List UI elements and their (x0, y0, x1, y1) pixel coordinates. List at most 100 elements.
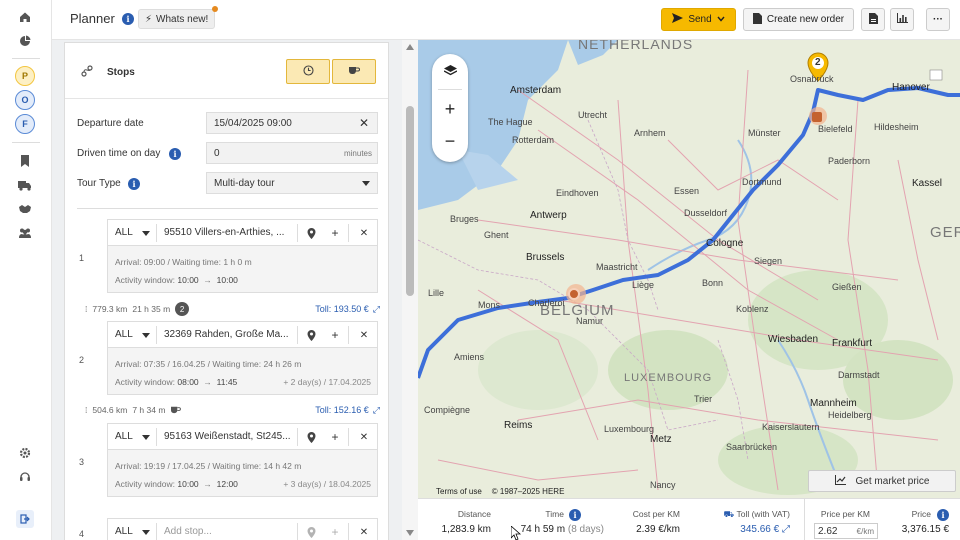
toll-value[interactable]: 345.66 € ⤢ (740, 524, 790, 535)
start-marker[interactable] (568, 288, 580, 300)
scroll-down-arrow[interactable] (406, 530, 414, 536)
top-header: Planner i ⚡ Whats new! Send Create new o… (52, 0, 960, 40)
map-label: LUXEMBOURG (624, 372, 713, 384)
info-icon[interactable]: i (937, 509, 949, 521)
send-button[interactable]: Send (661, 8, 736, 31)
stop-filter-select[interactable]: ALL (115, 329, 133, 340)
stop-filter-select[interactable]: ALL (115, 227, 133, 238)
stops-panel: Stops Departure date 15/04/2025 09:00 ✕ … (64, 42, 389, 540)
location-pin-icon[interactable] (304, 430, 318, 444)
scrollbar-thumb[interactable] (406, 106, 414, 296)
layers-icon[interactable] (432, 56, 468, 86)
close-icon[interactable]: ✕ (357, 525, 371, 539)
add-icon[interactable]: + (328, 430, 342, 444)
stop-card-header: ALL 32369 Rahden, Große Ma... + ✕ (108, 322, 377, 348)
map-label: Kaiserslautern (762, 422, 820, 432)
scroll-up-arrow[interactable] (406, 44, 414, 50)
clear-icon[interactable]: ✕ (359, 116, 369, 130)
gear-icon[interactable] (16, 444, 34, 462)
leg-toll[interactable]: Toll: 152.16 € ⤢ (315, 405, 380, 416)
driven-time-input[interactable]: 0 minutes (206, 142, 378, 164)
send-label: Send (688, 14, 712, 25)
map-label: Amiens (454, 352, 485, 362)
departure-date-input[interactable]: 15/04/2025 09:00 ✕ (206, 112, 378, 134)
time-view-button[interactable] (286, 59, 330, 84)
stop-activity-window: Activity window: 10:00 → 10:00 (115, 275, 238, 285)
zoom-out-button[interactable]: − (432, 126, 468, 156)
leg-toll[interactable]: Toll: 193.50 € ⤢ (315, 304, 380, 315)
window-from: 08:00 (177, 377, 199, 387)
add-stop-input[interactable]: Add stop... (164, 526, 294, 537)
avatar-o[interactable]: O (15, 90, 35, 110)
export-pdf-button[interactable] (861, 8, 885, 31)
location-pin-icon[interactable] (304, 328, 318, 342)
home-icon[interactable] (16, 8, 34, 26)
leg-dots: ⁞ (85, 405, 88, 415)
tour-type-select[interactable]: Multi-day tour (206, 172, 378, 194)
more-options-button[interactable]: ··· (926, 8, 950, 31)
pie-chart-icon[interactable] (16, 32, 34, 50)
info-icon[interactable]: i (128, 178, 140, 190)
stop-filter-select[interactable]: ALL (115, 431, 133, 442)
support-icon[interactable] (16, 468, 34, 486)
map-label: Brussels (526, 252, 565, 263)
info-icon[interactable]: i (122, 13, 134, 25)
panel-scrollbar[interactable] (402, 40, 418, 540)
stop-card-header: ALL 95163 Weißenstadt, St245... + ✕ (108, 424, 377, 450)
statistics-button[interactable] (890, 8, 914, 31)
map-label: Maastricht (596, 262, 638, 272)
location-pin-icon[interactable] (304, 525, 318, 539)
info-icon[interactable]: i (169, 148, 181, 160)
terms-of-use-link[interactable]: Terms of use (436, 487, 482, 496)
ellipsis-icon: ··· (933, 14, 943, 25)
stop-address[interactable]: 95510 Villers-en-Arthies, ... (164, 227, 294, 238)
separator (156, 224, 157, 242)
zoom-in-button[interactable]: + (432, 94, 468, 124)
chevron-down-icon (717, 14, 725, 25)
stop-number: 2 (79, 355, 85, 365)
price-per-km-input[interactable]: 2.62 €/km (814, 523, 878, 539)
logout-icon[interactable] (16, 510, 34, 528)
get-market-price-button[interactable]: Get market price (808, 470, 956, 492)
lightning-icon: ⚡ (145, 13, 153, 25)
truck-icon[interactable] (16, 176, 34, 194)
bookmark-icon[interactable] (16, 152, 34, 170)
map-label: NETHERLANDS (578, 40, 694, 52)
time-value: 74 h 59 m (8 days) (521, 524, 604, 535)
map-pin-label: 2 (815, 57, 821, 68)
map-label: Amsterdam (510, 85, 562, 96)
whats-new-button[interactable]: ⚡ Whats new! (138, 6, 219, 29)
info-icon[interactable]: i (569, 509, 581, 521)
window-label: Activity window: (115, 377, 175, 387)
add-icon[interactable]: + (328, 525, 342, 539)
map-label: Charleroi (528, 298, 565, 308)
location-pin-icon[interactable] (304, 226, 318, 240)
close-icon[interactable]: ✕ (357, 328, 371, 342)
map-attribution: Terms of use © 1987–2025 HERE (436, 487, 564, 496)
departure-date-value: 15/04/2025 09:00 (214, 117, 292, 129)
stop-filter-select[interactable]: ALL (115, 526, 133, 537)
time-total: 74 h 59 m (520, 524, 566, 535)
stop-day-offset: + 2 day(s) / 17.04.2025 (283, 377, 371, 387)
expand-icon: ⤢ (782, 524, 790, 535)
avatar-f[interactable]: F (15, 114, 35, 134)
add-icon[interactable]: + (328, 226, 342, 240)
close-icon[interactable]: ✕ (357, 430, 371, 444)
price-value: 3,376.15 € (901, 524, 949, 535)
avatar-p[interactable]: P (15, 66, 35, 86)
route-map[interactable]: 2 NETHERLANDS BELGIUM LUXEMBOURG GERMA A… (418, 40, 960, 498)
map-label: Paderborn (828, 156, 871, 166)
create-order-button[interactable]: Create new order (743, 8, 854, 31)
users-icon[interactable] (16, 224, 34, 242)
chevron-down-icon (142, 333, 150, 338)
break-view-button[interactable] (332, 59, 376, 84)
stop-marker[interactable] (812, 112, 822, 122)
stop-address[interactable]: 32369 Rahden, Große Ma... (164, 329, 294, 340)
add-icon[interactable]: + (328, 328, 342, 342)
close-icon[interactable]: ✕ (357, 226, 371, 240)
handshake-icon[interactable] (16, 200, 34, 218)
stop-address[interactable]: 95163 Weißenstadt, St245... (164, 431, 294, 442)
stop-arrival: Arrival: 19:19 / 17.04.25 / Waiting time… (115, 461, 302, 471)
price-per-km-unit: €/km (856, 526, 874, 536)
map-base (418, 40, 960, 498)
